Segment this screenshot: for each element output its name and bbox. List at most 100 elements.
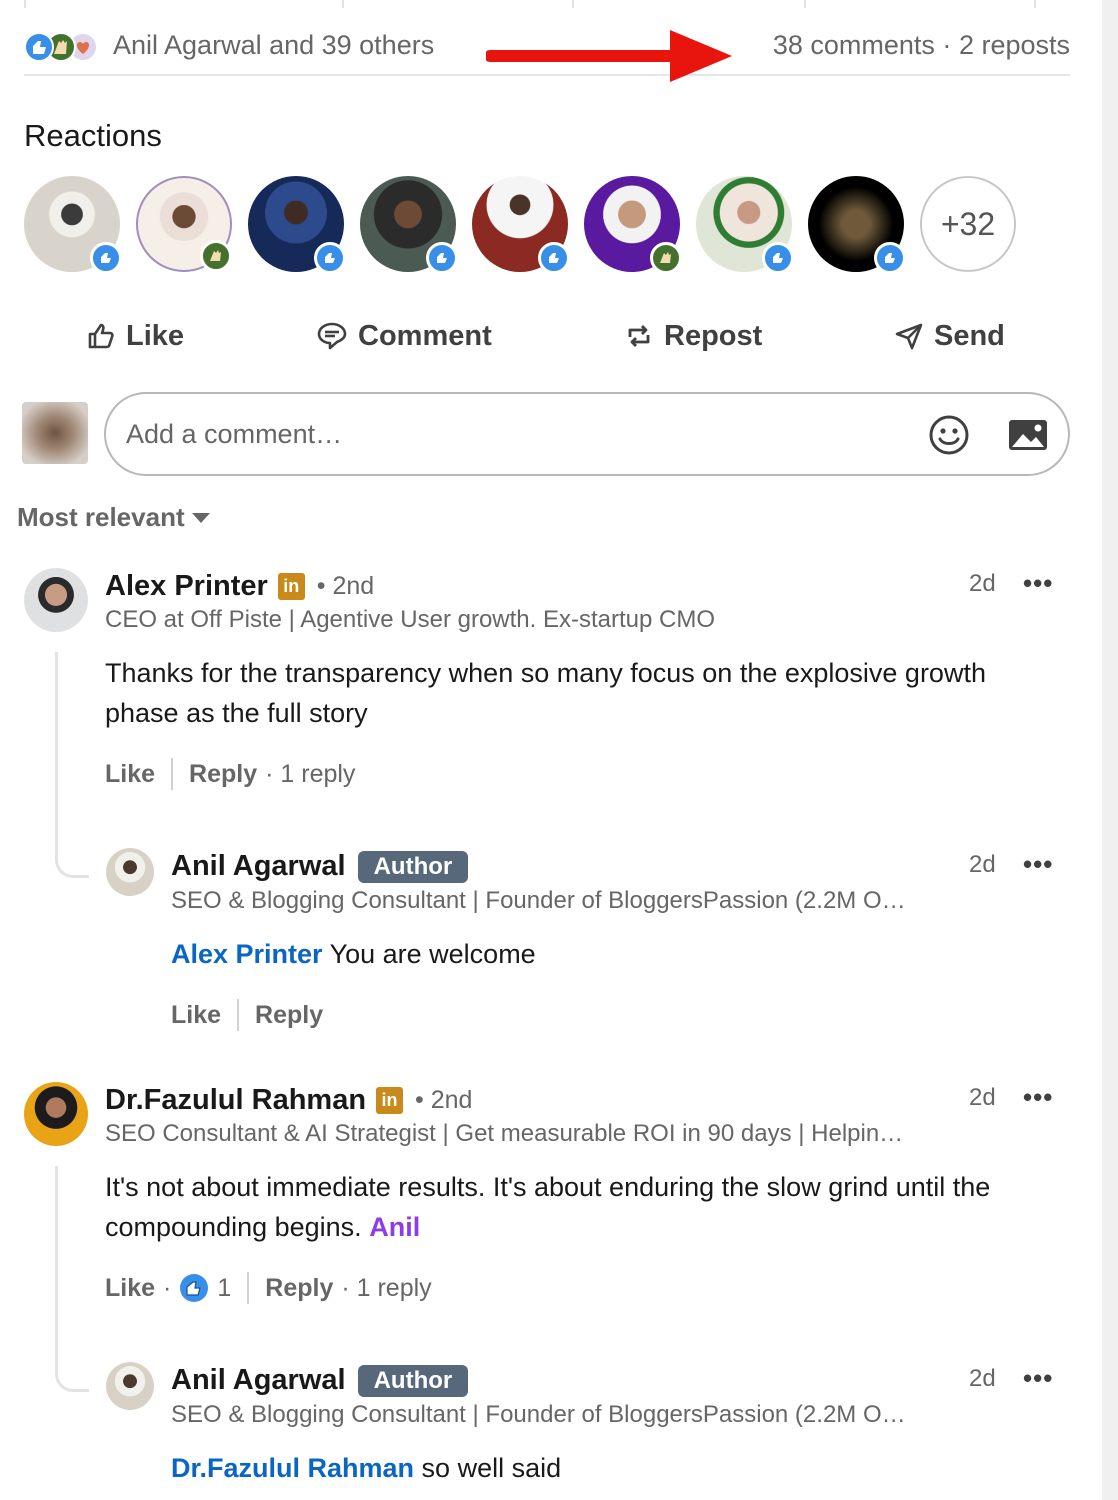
celebrate-badge-icon	[650, 242, 682, 274]
reply-time: 2d	[969, 1365, 996, 1392]
action-divider	[171, 758, 174, 790]
reply-author-headline: SEO & Blogging Consultant | Founder of B…	[171, 887, 906, 914]
comment-input-wrapper[interactable]	[104, 392, 1070, 476]
linkedin-icon: in	[376, 1087, 404, 1114]
reactor-avatar[interactable]	[808, 176, 906, 274]
reactor-avatar[interactable]	[136, 176, 232, 272]
like-reaction-icon	[180, 1274, 209, 1302]
reply-like-button[interactable]: Like	[171, 1001, 221, 1030]
like-count[interactable]: 1	[217, 1274, 231, 1303]
reply-author-name[interactable]: Anil Agarwal Author	[171, 1364, 469, 1397]
reply-count[interactable]: · 1 reply	[265, 760, 355, 789]
reactors-summary-link[interactable]: Anil Agarwal and 39 others	[113, 30, 434, 61]
reply-author-name-text: Anil Agarwal	[171, 850, 346, 882]
like-badge-icon	[874, 242, 906, 274]
commenter-name-text: Dr.Fazulul Rahman	[105, 1084, 367, 1116]
mention-link[interactable]: Dr.Fazulul Rahman	[171, 1453, 414, 1483]
repost-button[interactable]: Repost	[624, 306, 762, 366]
scrollbar-track[interactable]	[1102, 0, 1118, 1500]
author-badge: Author	[357, 1364, 469, 1397]
linkedin-icon: in	[277, 573, 305, 600]
comment-icon	[317, 322, 347, 350]
reply-more-options-button[interactable]: •••	[1023, 1363, 1053, 1394]
mention-link[interactable]: Anil	[369, 1212, 420, 1242]
reply-author-name[interactable]: Anil Agarwal Author	[171, 850, 469, 883]
commenter-headline: SEO Consultant & AI Strategist | Get mea…	[105, 1120, 904, 1147]
connection-degree: • 2nd	[415, 1086, 473, 1114]
commenter-name-text: Alex Printer	[105, 570, 268, 602]
comment-more-options-button[interactable]: •••	[1023, 568, 1053, 599]
comment-text: It's not about immediate results. It's a…	[105, 1167, 1065, 1247]
reactor-avatar[interactable]	[472, 176, 570, 274]
comment-reply-button[interactable]: Reply	[189, 760, 257, 789]
comment-composer	[22, 392, 1070, 476]
reactor-avatar[interactable]	[24, 176, 122, 274]
image-icon[interactable]	[1006, 414, 1050, 456]
reactor-avatar[interactable]	[696, 176, 794, 274]
reply-text-body: You are welcome	[322, 939, 536, 969]
counts-separator: ·	[942, 30, 952, 60]
commenter-name[interactable]: Alex Printer in • 2nd	[105, 570, 374, 603]
comment-more-options-button[interactable]: •••	[1023, 1082, 1053, 1113]
comment-time: 2d	[969, 1084, 996, 1111]
reactor-avatar[interactable]	[360, 176, 458, 274]
like-dot-separator: ·	[163, 1273, 172, 1302]
comment-actions: Like · 1 Reply · 1 reply	[105, 1271, 432, 1305]
comment-actions: Like Reply · 1 reply	[105, 757, 355, 791]
comments-reposts-counts: 38 comments · 2 reposts	[773, 30, 1070, 61]
comment-input[interactable]	[126, 412, 886, 456]
send-label: Send	[934, 319, 1005, 352]
like-icon	[88, 323, 114, 349]
like-badge-icon	[90, 242, 122, 274]
comment-reply-button[interactable]: Reply	[265, 1274, 333, 1303]
like-badge-icon	[762, 242, 794, 274]
comment-time: 2d	[969, 570, 996, 597]
send-icon	[895, 323, 923, 350]
reply-author-avatar[interactable]	[106, 1362, 154, 1410]
like-badge-icon	[426, 242, 458, 274]
celebrate-badge-icon	[200, 240, 232, 272]
emoji-icon[interactable]	[928, 414, 970, 456]
reaction-icons-stack[interactable]	[24, 32, 100, 62]
comment-label: Comment	[358, 319, 492, 352]
red-annotation-arrow-icon	[486, 30, 732, 82]
reply-more-options-button[interactable]: •••	[1023, 849, 1053, 880]
like-badge-icon	[538, 242, 570, 274]
action-divider	[247, 1272, 250, 1304]
comment-text-body: It's not about immediate results. It's a…	[105, 1172, 991, 1242]
reactor-avatar[interactable]	[584, 176, 682, 274]
reply-author-avatar[interactable]	[106, 848, 154, 896]
comment-button[interactable]: Comment	[316, 306, 492, 366]
reply-time: 2d	[969, 851, 996, 878]
repost-label: Repost	[664, 319, 763, 352]
post-action-bar: Like Comment Repost Send	[24, 306, 1070, 366]
commenter-avatar[interactable]	[24, 1082, 88, 1146]
commenter-avatar[interactable]	[24, 568, 88, 632]
commenter-name[interactable]: Dr.Fazulul Rahman in • 2nd	[105, 1084, 472, 1117]
reply-author-name-text: Anil Agarwal	[171, 1364, 346, 1396]
send-button[interactable]: Send	[894, 306, 1005, 366]
reposts-count-link[interactable]: 2 reposts	[959, 30, 1070, 60]
current-user-avatar[interactable]	[22, 402, 88, 464]
more-reactors-button[interactable]: +32	[920, 176, 1016, 272]
reply-count[interactable]: · 1 reply	[341, 1274, 431, 1303]
reactor-avatars-row: +32	[24, 176, 1024, 274]
like-reaction-icon	[24, 32, 54, 62]
reply-reply-button[interactable]: Reply	[255, 1001, 323, 1030]
sort-dropdown[interactable]: Most relevant	[17, 502, 211, 533]
thread-connector	[55, 1166, 89, 1392]
sort-label: Most relevant	[17, 502, 185, 532]
like-button[interactable]: Like	[86, 306, 184, 366]
comment-text: Thanks for the transparency when so many…	[105, 658, 986, 728]
reply-author-headline: SEO & Blogging Consultant | Founder of B…	[171, 1401, 906, 1428]
comment-like-button[interactable]: Like	[105, 1274, 155, 1303]
reply-text-body: so well said	[414, 1453, 562, 1483]
reactions-heading: Reactions	[24, 118, 162, 153]
comments-count-link[interactable]: 38 comments	[773, 30, 935, 60]
reactor-avatar[interactable]	[248, 176, 346, 274]
comment-like-button[interactable]: Like	[105, 760, 155, 789]
caret-down-icon	[191, 512, 210, 523]
mention-link[interactable]: Alex Printer	[171, 939, 323, 969]
author-badge: Author	[357, 850, 469, 883]
connection-degree: • 2nd	[316, 572, 375, 600]
